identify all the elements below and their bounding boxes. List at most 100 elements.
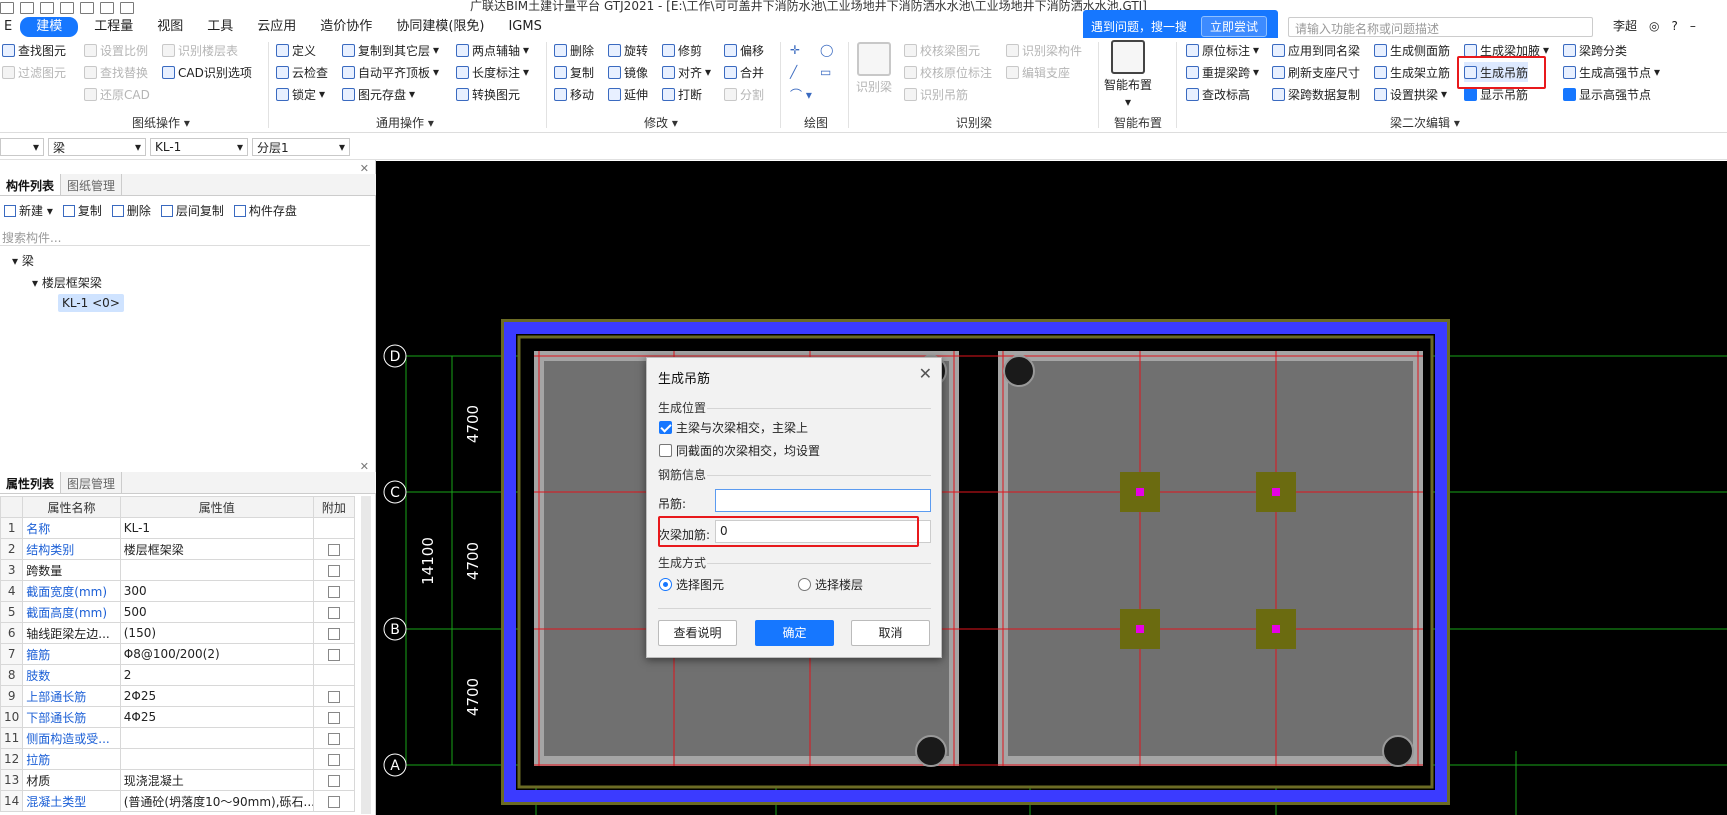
menu-view[interactable]: 视图 — [145, 17, 195, 37]
checkbox-icon[interactable] — [327, 774, 340, 787]
checkbox-icon[interactable] — [327, 606, 340, 619]
prop-value[interactable]: (普通砼(坍落度10～90mm),砾石... — [119, 790, 314, 812]
prop-value[interactable]: Φ8@100/200(2) — [119, 643, 314, 665]
convert-element-button[interactable]: 转换图元 — [456, 84, 520, 104]
layer-dropdown[interactable]: 分层1 ▾ — [252, 138, 350, 156]
identify-hanger-button[interactable]: 识别吊筋 — [904, 84, 968, 104]
type-dropdown[interactable]: 梁 ▾ — [48, 138, 146, 156]
set-scale-button[interactable]: 设置比例 — [84, 40, 148, 60]
table-row[interactable]: 1 名称 KL-1 — [0, 517, 356, 539]
gen-erection-rebar-button[interactable]: 生成架立筋 — [1374, 62, 1450, 82]
checkbox-icon[interactable] — [327, 732, 340, 745]
ok-button[interactable]: 确定 — [755, 620, 834, 646]
table-row[interactable]: 5 截面高度(mm) 500 — [0, 601, 356, 623]
checkbox-same-section[interactable]: 同截面的次梁相交，均设置 — [659, 442, 820, 459]
arc-tool[interactable]: ⌒ ▾ — [790, 84, 812, 104]
prop-extra[interactable] — [312, 559, 356, 581]
table-row[interactable]: 7 箍筋 Φ8@100/200(2) — [0, 643, 356, 665]
lock-button[interactable]: 锁定 ▾ — [276, 84, 325, 104]
prop-value[interactable]: KL-1 — [119, 517, 314, 539]
prop-value[interactable]: 4Φ25 — [119, 706, 314, 728]
restore-cad-button[interactable]: 还原CAD — [84, 84, 150, 104]
help-icon[interactable]: ? — [1672, 19, 1678, 33]
quick-access-toolbar[interactable] — [0, 0, 134, 16]
radio-select-elements[interactable]: 选择图元 — [659, 576, 724, 593]
span-classify-button[interactable]: 梁跨分类 — [1563, 40, 1627, 60]
table-row[interactable]: 3 跨数量 — [0, 559, 356, 581]
prop-extra[interactable] — [312, 601, 356, 623]
refresh-support-button[interactable]: 刷新支座尺寸 — [1272, 62, 1360, 82]
auto-align-top-button[interactable]: 自动平齐顶板 ▾ — [342, 62, 439, 82]
floor-copy-button[interactable]: 层间复制 — [160, 202, 224, 219]
split-button[interactable]: 分割 — [724, 84, 764, 104]
view-help-button[interactable]: 查看说明 — [658, 620, 737, 646]
element-save-button[interactable]: 图元存盘 ▾ — [342, 84, 415, 104]
prop-extra[interactable] — [312, 769, 356, 791]
checkbox-icon[interactable] — [327, 711, 340, 724]
merge-button[interactable]: 合并 — [724, 62, 764, 82]
two-point-axis-button[interactable]: 两点辅轴 ▾ — [456, 40, 529, 60]
mirror-button[interactable]: 镜像 — [608, 62, 648, 82]
prop-value[interactable] — [119, 559, 314, 581]
menu-stub[interactable]: E — [0, 17, 16, 37]
menu-tools[interactable]: 工具 — [195, 17, 245, 37]
gen-side-rebar-button[interactable]: 生成侧面筋 — [1374, 40, 1450, 60]
print-icon[interactable] — [120, 2, 134, 14]
edit-elevation-button[interactable]: 查改标高 — [1186, 84, 1250, 104]
user-name[interactable]: 李超 — [1613, 17, 1637, 34]
copy-comp-button[interactable]: 复制 — [62, 202, 102, 219]
tree-item-kl1[interactable]: KL-1 <0> — [58, 294, 124, 312]
check-beam-button[interactable]: 校核梁图元 — [904, 40, 980, 60]
trim-button[interactable]: 修剪 — [662, 40, 702, 60]
filter-element-button[interactable]: 过滤图元 — [2, 62, 66, 82]
close-icon[interactable]: ✕ — [360, 460, 369, 473]
prop-extra[interactable] — [312, 538, 356, 560]
prop-value[interactable]: (150) — [119, 622, 314, 644]
tree-category[interactable]: ▾ 楼层框架梁 — [32, 274, 102, 291]
menu-quantity[interactable]: 工程量 — [82, 17, 145, 37]
prop-value[interactable] — [119, 727, 314, 749]
component-save-button[interactable]: 构件存盘 — [233, 202, 297, 219]
table-row[interactable]: 12 拉筋 — [0, 748, 356, 770]
undo-icon[interactable] — [20, 2, 34, 14]
table-row[interactable]: 10 下部通长筋 4Φ25 — [0, 706, 356, 728]
prop-value[interactable]: 现浇混凝土 — [119, 769, 314, 791]
grid-icon[interactable] — [100, 2, 114, 14]
identify-floor-table-button[interactable]: 识别楼层表 — [162, 40, 238, 60]
tab-component-list[interactable]: 构件列表 — [0, 174, 62, 195]
menu-cost-collab[interactable]: 造价协作 — [308, 17, 384, 37]
circle-tool[interactable]: ◯ — [820, 40, 833, 60]
prop-extra[interactable] — [312, 727, 356, 749]
prop-value[interactable] — [119, 748, 314, 770]
view-icon[interactable] — [80, 2, 94, 14]
tab-property-list[interactable]: 属性列表 — [0, 472, 62, 493]
identify-beam-button[interactable]: 识别梁 — [856, 42, 892, 95]
length-dimension-button[interactable]: 长度标注 ▾ — [456, 62, 529, 82]
copy-to-other-floor-button[interactable]: 复制到其它层 ▾ — [342, 40, 439, 60]
save-icon[interactable] — [0, 2, 14, 14]
prop-extra[interactable] — [312, 790, 356, 812]
floor-dropdown[interactable]: ▾ — [0, 138, 44, 156]
prop-extra[interactable] — [312, 748, 356, 770]
extend-button[interactable]: 延伸 — [608, 84, 648, 104]
close-icon[interactable]: ✕ — [919, 364, 932, 383]
line-tool[interactable]: ╱ — [790, 62, 797, 82]
checkbox-icon[interactable] — [327, 543, 340, 556]
smart-layout-button[interactable]: 智能布置 ▾ — [1104, 40, 1152, 109]
checkbox-icon[interactable] — [327, 585, 340, 598]
find-element-button[interactable]: 查找图元 — [2, 40, 66, 60]
original-label-button[interactable]: 原位标注 ▾ — [1186, 40, 1259, 60]
prop-value[interactable]: 2 — [119, 664, 314, 686]
checkbox-icon[interactable] — [327, 753, 340, 766]
apply-same-name-button[interactable]: 应用到同名梁 — [1272, 40, 1360, 60]
prop-extra[interactable] — [312, 685, 356, 707]
table-row[interactable]: 6 轴线距梁左边... (150) — [0, 622, 356, 644]
offset-button[interactable]: 偏移 — [724, 40, 764, 60]
close-icon[interactable]: ✕ — [360, 162, 369, 175]
table-row[interactable]: 13 材质 现浇混凝土 — [0, 769, 356, 791]
delete-button[interactable]: 删除 — [554, 40, 594, 60]
point-tool[interactable]: ✛ — [790, 40, 800, 60]
align-button[interactable]: 对齐 ▾ — [662, 62, 711, 82]
drawing-canvas[interactable]: D C B A 4700 4700 4700 14100 — [376, 161, 1727, 815]
property-scrollbar[interactable] — [361, 496, 371, 814]
